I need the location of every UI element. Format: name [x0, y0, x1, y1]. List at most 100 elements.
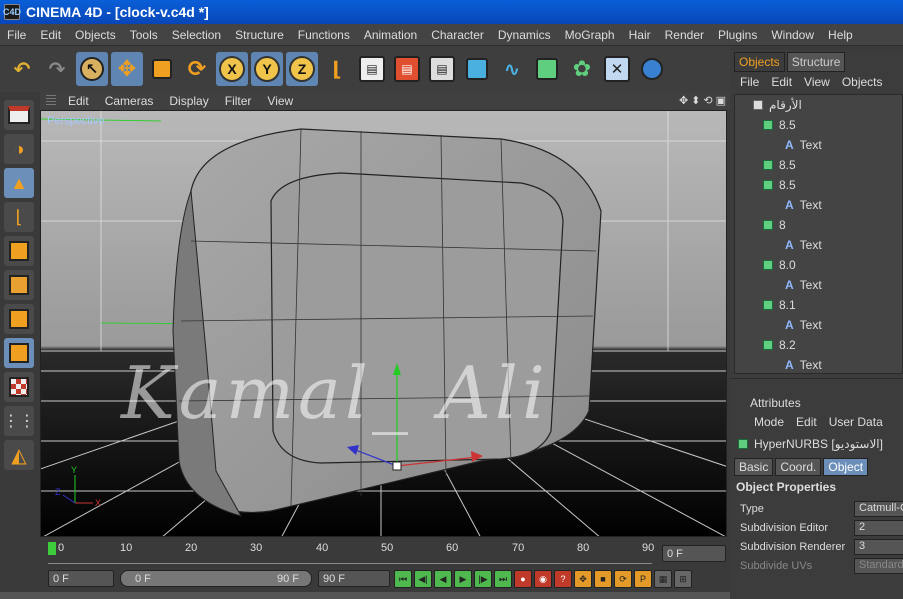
- tree-item[interactable]: 8.1: [735, 295, 902, 315]
- edges-mode-button[interactable]: [4, 270, 34, 300]
- tweak-mode-button[interactable]: ⋮⋮: [3, 406, 35, 436]
- tree-item[interactable]: A Text: [735, 315, 902, 335]
- tab-objects[interactable]: Objects: [734, 52, 785, 72]
- current-frame-field[interactable]: 0 F: [662, 545, 726, 562]
- menu-objects[interactable]: Objects: [68, 28, 123, 42]
- prev-frame-button[interactable]: ◀: [434, 570, 452, 588]
- timeline[interactable]: 0 10 20 30 40 50 60 70 80 90: [40, 540, 660, 566]
- x-axis-button[interactable]: X: [216, 52, 248, 86]
- tree-item[interactable]: 8.5: [735, 155, 902, 175]
- tree-item[interactable]: 8.0: [735, 255, 902, 275]
- move-tool-button[interactable]: ✥: [111, 52, 143, 86]
- key-parameter-button[interactable]: P: [634, 570, 652, 588]
- redo-button[interactable]: ↷: [41, 52, 73, 86]
- object-axis-button[interactable]: ⌊: [4, 202, 34, 232]
- viewport-menu-view[interactable]: View: [259, 94, 301, 108]
- prev-key-button[interactable]: ◀|: [414, 570, 432, 588]
- play-button[interactable]: ▶: [454, 570, 472, 588]
- spline-button[interactable]: ∿: [496, 52, 528, 86]
- nurbs-button[interactable]: [531, 52, 563, 86]
- menu-edit[interactable]: Edit: [33, 28, 68, 42]
- coordinate-system-button[interactable]: ⌊: [321, 52, 353, 86]
- type-dropdown[interactable]: Catmull-C: [854, 501, 903, 517]
- tree-item[interactable]: A Text: [735, 195, 902, 215]
- menu-functions[interactable]: Functions: [291, 28, 357, 42]
- viewport-menu-display[interactable]: Display: [161, 94, 216, 108]
- tree-item[interactable]: A Text: [735, 355, 902, 373]
- timeline-options-button[interactable]: ⊞: [674, 570, 692, 588]
- polygons-mode-button[interactable]: [4, 304, 34, 334]
- panel-divider[interactable]: [730, 378, 903, 379]
- viewport-menu-filter[interactable]: Filter: [217, 94, 260, 108]
- key-rotation-button[interactable]: ⟳: [614, 570, 632, 588]
- om-menu-objects[interactable]: Objects: [836, 75, 889, 89]
- om-menu-file[interactable]: File: [734, 75, 765, 89]
- preview-range-slider[interactable]: 0 F 90 F: [120, 570, 312, 587]
- menu-animation[interactable]: Animation: [357, 28, 424, 42]
- subdivision-renderer-field[interactable]: 3: [854, 539, 903, 555]
- tree-item[interactable]: 8.5: [735, 175, 902, 195]
- attr-menu-user-data[interactable]: User Data: [823, 415, 889, 429]
- orbit-icon[interactable]: ⟲: [703, 94, 712, 107]
- maximize-icon[interactable]: ▣: [716, 94, 726, 107]
- render-settings-button[interactable]: ▤: [426, 52, 458, 86]
- tree-item[interactable]: 8: [735, 215, 902, 235]
- z-axis-button[interactable]: Z: [286, 52, 318, 86]
- workplane-button[interactable]: ◭: [4, 440, 34, 470]
- uv-mode-button[interactable]: [4, 338, 34, 368]
- next-frame-button[interactable]: |▶: [474, 570, 492, 588]
- menu-dynamics[interactable]: Dynamics: [491, 28, 558, 42]
- start-frame-field[interactable]: 0 F: [48, 570, 114, 587]
- scale-tool-button[interactable]: [146, 52, 178, 86]
- environment-button[interactable]: [636, 52, 668, 86]
- render-picture-viewer-button[interactable]: ▤: [391, 52, 423, 86]
- render-view-button[interactable]: ▤: [356, 52, 388, 86]
- om-menu-edit[interactable]: Edit: [765, 75, 798, 89]
- perspective-viewport[interactable]: Y X Z Perspective Kamal_ Ali: [40, 110, 727, 537]
- current-frame-marker[interactable]: [48, 542, 56, 555]
- tree-item[interactable]: A Text: [735, 135, 902, 155]
- y-axis-button[interactable]: Y: [251, 52, 283, 86]
- key-pla-button[interactable]: ▦: [654, 570, 672, 588]
- goto-start-button[interactable]: ⏮: [394, 570, 412, 588]
- viewport-menu-cameras[interactable]: Cameras: [97, 94, 162, 108]
- attr-menu-mode[interactable]: Mode: [748, 415, 790, 429]
- menu-help[interactable]: Help: [821, 28, 860, 42]
- menu-structure[interactable]: Structure: [228, 28, 291, 42]
- deformer-button[interactable]: ✕: [601, 52, 633, 86]
- live-selection-button[interactable]: ↖: [76, 52, 108, 86]
- tab-basic[interactable]: Basic: [734, 458, 774, 476]
- keyframe-selection-button[interactable]: ?: [554, 570, 572, 588]
- tree-item[interactable]: A Text: [735, 235, 902, 255]
- menu-hair[interactable]: Hair: [622, 28, 658, 42]
- tab-coord[interactable]: Coord.: [775, 458, 822, 476]
- rotate-tool-button[interactable]: ⟳: [181, 52, 213, 86]
- tree-item[interactable]: A Text: [735, 275, 902, 295]
- tab-structure[interactable]: Structure: [786, 52, 846, 72]
- cube-object-button[interactable]: [461, 52, 493, 86]
- om-menu-view[interactable]: View: [798, 75, 836, 89]
- checker-mode-button[interactable]: [4, 372, 34, 402]
- record-button[interactable]: ●: [514, 570, 532, 588]
- end-frame-field[interactable]: 90 F: [318, 570, 390, 587]
- points-mode-button[interactable]: [4, 236, 34, 266]
- viewport-menu-edit[interactable]: Edit: [60, 94, 97, 108]
- key-scale-button[interactable]: ■: [594, 570, 612, 588]
- dolly-icon[interactable]: ⬍: [691, 94, 700, 107]
- menu-mograph[interactable]: MoGraph: [558, 28, 622, 42]
- autokey-button[interactable]: ◉: [534, 570, 552, 588]
- menu-render[interactable]: Render: [658, 28, 711, 42]
- layout-button[interactable]: [4, 100, 34, 130]
- menu-window[interactable]: Window: [764, 28, 821, 42]
- array-button[interactable]: ✿: [566, 52, 598, 86]
- tree-item[interactable]: 8.5: [735, 115, 902, 135]
- menu-tools[interactable]: Tools: [123, 28, 165, 42]
- menu-selection[interactable]: Selection: [165, 28, 228, 42]
- tree-root[interactable]: الأرقام: [735, 95, 902, 115]
- object-tree[interactable]: الأرقام 8.5 A Text 8.5 8.5 A Text 8 A Text …: [734, 94, 903, 374]
- timeline-ruler[interactable]: 0 10 20 30 40 50 60 70 80 90: [48, 542, 654, 564]
- subdivision-editor-field[interactable]: 2: [854, 520, 903, 536]
- subdivide-uvs-dropdown[interactable]: Standard: [854, 558, 903, 574]
- goto-end-button[interactable]: ⏭: [494, 570, 512, 588]
- tab-object[interactable]: Object: [823, 458, 869, 476]
